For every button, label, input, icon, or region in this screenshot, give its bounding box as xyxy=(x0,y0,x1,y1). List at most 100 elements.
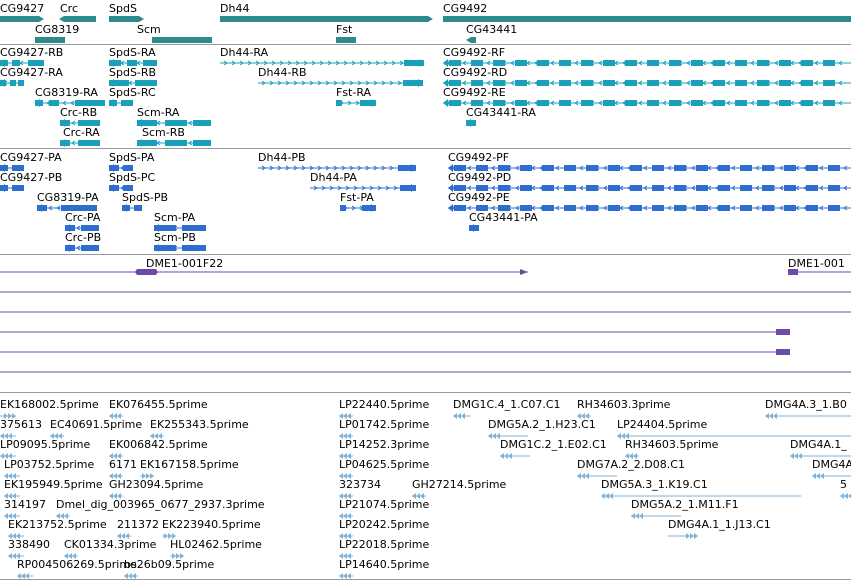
feature-label[interactable]: LP20242.5prime xyxy=(339,518,429,531)
feature-label[interactable]: 211372 xyxy=(117,518,159,531)
transcript-exon[interactable] xyxy=(182,245,206,251)
transcript-exon[interactable] xyxy=(515,60,527,66)
transcript-exon[interactable] xyxy=(559,100,571,106)
est-arrow[interactable] xyxy=(617,433,621,439)
feature-label[interactable]: GH27214.5prime xyxy=(412,478,506,491)
feature-label[interactable]: Scm-PB xyxy=(154,231,196,244)
feature-label[interactable]: DMG4A xyxy=(812,458,851,471)
transcript-exon[interactable] xyxy=(81,245,99,251)
feature-label[interactable]: Scm-RA xyxy=(137,106,179,119)
feature-label[interactable]: SpdS-RA xyxy=(109,46,156,59)
feature-label[interactable]: Dh44-RA xyxy=(220,46,268,59)
transcript-exon[interactable] xyxy=(823,60,835,66)
feature-label[interactable]: Crc xyxy=(60,2,78,15)
transcript-exon[interactable] xyxy=(340,205,346,211)
feature-label[interactable]: CK01334.3prime xyxy=(64,538,156,551)
transcript-exon[interactable] xyxy=(559,60,571,66)
est-arrow[interactable] xyxy=(769,413,773,419)
transcript-exon[interactable] xyxy=(608,165,620,171)
feature-label[interactable]: DMG4A.1_ xyxy=(790,438,847,451)
feature-label[interactable]: LP24404.5prime xyxy=(617,418,707,431)
est-arrow[interactable] xyxy=(585,473,589,479)
est-arrow[interactable] xyxy=(164,533,168,539)
feature-label[interactable]: DMG5A.3_1.K19.C1 xyxy=(601,478,708,491)
transcript-exon[interactable] xyxy=(691,60,703,66)
feature-label[interactable]: CG43441-PA xyxy=(469,211,538,224)
est-arrow[interactable] xyxy=(488,433,492,439)
transcript-exon[interactable] xyxy=(696,205,708,211)
feature-label[interactable]: 5 xyxy=(840,478,847,491)
feature-label[interactable]: EK255343.5prime xyxy=(150,418,249,431)
feature-label[interactable]: CG9492-RE xyxy=(443,86,506,99)
gene-feature[interactable] xyxy=(109,16,144,22)
feature-label[interactable]: DME1-001 xyxy=(788,257,845,270)
transcript-exon[interactable] xyxy=(779,60,791,66)
feature-label[interactable]: HL02462.5prime xyxy=(170,538,262,551)
feature-label[interactable]: EK213752.5prime xyxy=(8,518,107,531)
est-arrow[interactable] xyxy=(609,493,613,499)
feature-label[interactable]: CG9427-PA xyxy=(0,151,62,164)
est-arrow[interactable] xyxy=(581,473,585,479)
feature-label[interactable]: CG8319-RA xyxy=(35,86,98,99)
feature-label[interactable]: CG8319-PA xyxy=(37,191,99,204)
feature-label[interactable]: RH34603.3prime xyxy=(577,398,670,411)
transcript-exon[interactable] xyxy=(652,185,664,191)
feature-label[interactable]: DMG5A.2_1.H23.C1 xyxy=(488,418,596,431)
est-arrow[interactable] xyxy=(773,413,777,419)
feature-label[interactable]: Dh44-PA xyxy=(310,171,357,184)
feature-label[interactable]: Crc-RA xyxy=(63,126,100,139)
est-arrow[interactable] xyxy=(461,413,465,419)
transcript-exon[interactable] xyxy=(647,100,659,106)
feature-label[interactable]: EK195949.5prime xyxy=(4,478,103,491)
transcript-exon[interactable] xyxy=(608,185,620,191)
feature-label[interactable]: 323734 xyxy=(339,478,381,491)
feature-label[interactable]: DMG1C.4_1.C07.C1 xyxy=(453,398,561,411)
feature-label[interactable]: DMG4A.1_1.J13.C1 xyxy=(668,518,771,531)
feature-label[interactable]: CG9427-RA xyxy=(0,66,63,79)
feature-label[interactable]: SpdS-RC xyxy=(109,86,156,99)
est-arrow[interactable] xyxy=(605,493,609,499)
est-arrow[interactable] xyxy=(820,473,824,479)
est-arrow[interactable] xyxy=(8,553,12,559)
gene-feature[interactable] xyxy=(0,16,44,22)
clone-block[interactable] xyxy=(776,329,790,335)
feature-label[interactable]: CG9492-PE xyxy=(448,191,510,204)
feature-label[interactable]: CG9427 xyxy=(0,2,44,15)
feature-label[interactable]: CG9427-RB xyxy=(0,46,63,59)
transcript-exon[interactable] xyxy=(78,140,100,146)
transcript-exon[interactable] xyxy=(10,80,16,86)
est-arrow[interactable] xyxy=(508,453,512,459)
transcript-exon[interactable] xyxy=(18,80,24,86)
feature-label[interactable]: SpdS xyxy=(109,2,137,15)
transcript-exon[interactable] xyxy=(823,80,835,86)
feature-label[interactable]: DME1-001F22 xyxy=(146,257,223,270)
feature-label[interactable]: Scm-RB xyxy=(142,126,185,139)
transcript-exon[interactable] xyxy=(193,140,211,146)
feature-label[interactable]: Crc-RB xyxy=(60,106,97,119)
feature-label[interactable]: Fst-PA xyxy=(340,191,374,204)
feature-label[interactable]: EK167158.5prime xyxy=(140,458,239,471)
feature-label[interactable]: LP03752.5prime xyxy=(4,458,94,471)
feature-label[interactable]: 6171 xyxy=(109,458,137,471)
transcript-exon[interactable] xyxy=(828,185,840,191)
feature-label[interactable]: LP01742.5prime xyxy=(339,418,429,431)
est-arrow[interactable] xyxy=(798,453,802,459)
feature-label[interactable]: LP14640.5prime xyxy=(339,558,429,571)
transcript-exon[interactable] xyxy=(652,205,664,211)
transcript-exon[interactable] xyxy=(608,205,620,211)
gene-feature[interactable] xyxy=(35,37,65,43)
feature-label[interactable]: 375613 xyxy=(0,418,42,431)
feature-label[interactable]: EK168002.5prime xyxy=(0,398,99,411)
est-arrow[interactable] xyxy=(790,453,794,459)
transcript-exon[interactable] xyxy=(740,205,752,211)
feature-label[interactable]: CG9492-RF xyxy=(443,46,505,59)
transcript-exon[interactable] xyxy=(691,100,703,106)
transcript-exon[interactable] xyxy=(564,205,576,211)
est-arrow[interactable] xyxy=(690,533,694,539)
transcript-exon[interactable] xyxy=(735,100,747,106)
gene-feature[interactable] xyxy=(443,16,851,22)
transcript-exon[interactable] xyxy=(603,80,615,86)
transcript-exon[interactable] xyxy=(828,165,840,171)
transcript-exon[interactable] xyxy=(336,100,342,106)
transcript-exon[interactable] xyxy=(603,100,615,106)
